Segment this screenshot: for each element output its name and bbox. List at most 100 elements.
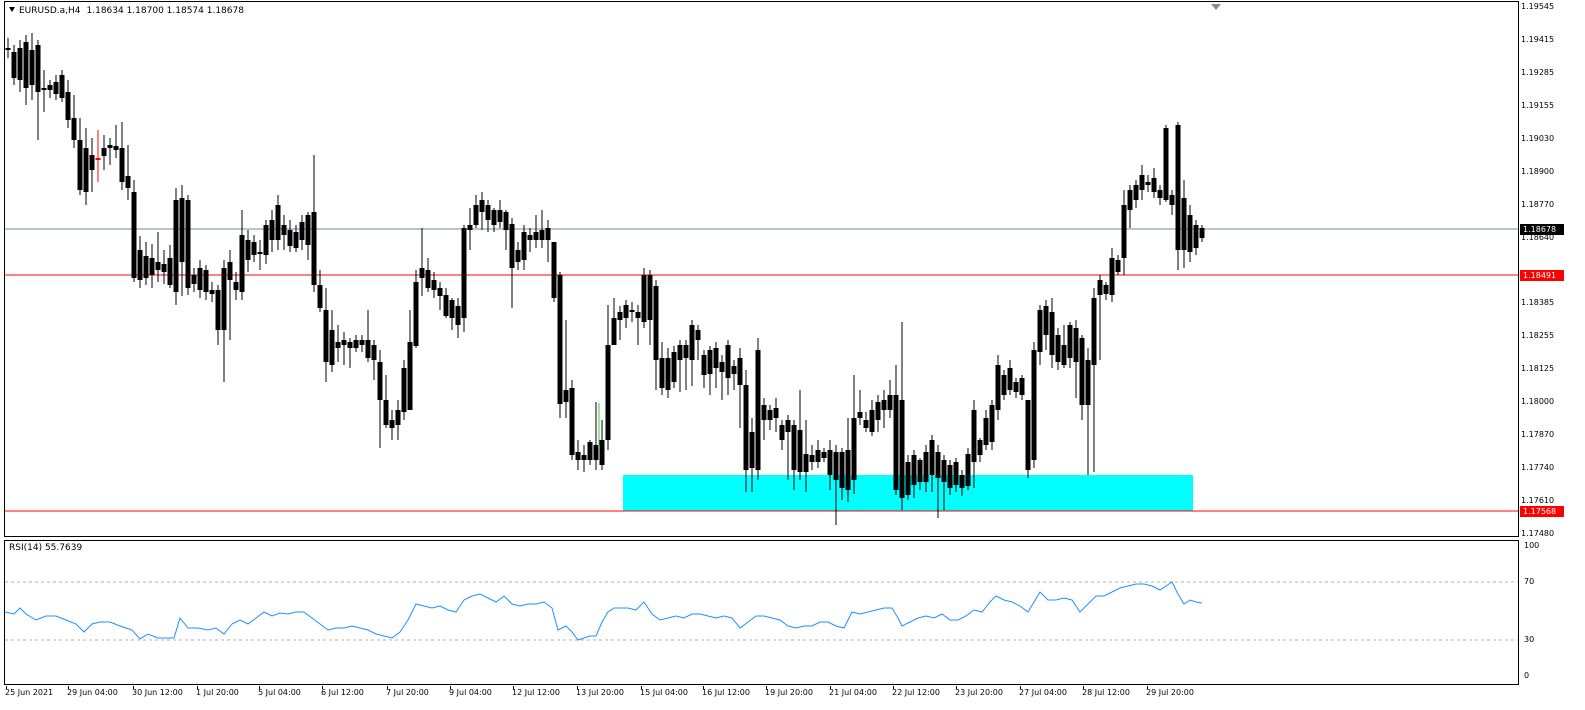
candle-body: [1103, 285, 1109, 294]
candle-body: [425, 270, 431, 288]
rsi-indicator-panel[interactable]: [4, 540, 1519, 685]
candle-body: [233, 282, 239, 290]
candle-body: [743, 385, 749, 470]
candle-body: [299, 222, 305, 240]
candle-body: [389, 420, 395, 428]
price-axis-label: 1.17740: [1521, 463, 1555, 472]
current-price-tag: 1.18678: [1520, 224, 1564, 235]
candle-body: [449, 300, 455, 318]
candle-body: [773, 408, 779, 418]
time-axis-label: 9 Jul 04:00: [449, 688, 492, 697]
candle-body: [611, 318, 617, 345]
price-axis-label: 1.17480: [1521, 529, 1555, 538]
candle-body: [1139, 175, 1145, 190]
chart-shift-marker-icon[interactable]: [1211, 4, 1221, 10]
time-axis-label: 29 Jun 04:00: [67, 688, 118, 697]
candle-body: [569, 388, 575, 455]
candle-body: [401, 368, 407, 412]
price-axis-label: 1.18900: [1521, 167, 1555, 176]
candle-body: [377, 362, 383, 400]
candle-body: [1157, 190, 1163, 198]
candle-body: [113, 146, 119, 150]
candle-body: [365, 340, 371, 358]
candle-body: [1037, 310, 1043, 352]
candle-body: [701, 355, 707, 375]
candle-body: [605, 345, 611, 440]
candle-body: [785, 420, 791, 432]
candle-body: [845, 450, 851, 490]
candle-body: [437, 288, 443, 296]
price-axis-label: 1.18770: [1521, 200, 1555, 209]
candle-body: [383, 400, 389, 425]
candle-body: [665, 358, 671, 390]
candle-body: [335, 342, 341, 348]
candle-body: [1121, 205, 1127, 258]
price-axis-label: 1.17610: [1521, 496, 1555, 505]
candle-body: [899, 400, 905, 498]
candle-body: [1061, 345, 1067, 365]
price-axis-label: 1.19030: [1521, 134, 1555, 143]
candle-body: [833, 452, 839, 480]
candle-body: [305, 215, 311, 245]
candle-body: [329, 330, 335, 365]
candle-body: [767, 410, 773, 420]
candle-body: [1043, 306, 1049, 335]
candle-body: [155, 262, 161, 270]
time-axis-label: 13 Jul 20:00: [576, 688, 624, 697]
candle-body: [641, 275, 647, 322]
candle-body: [95, 158, 101, 160]
candle-body: [1025, 400, 1031, 470]
candle-body: [935, 452, 941, 478]
candle-body: [659, 358, 665, 388]
candle-body: [497, 210, 503, 222]
candle-body: [731, 366, 737, 374]
candle-body: [557, 275, 563, 404]
candle-body: [881, 400, 887, 410]
candle-body: [35, 45, 41, 92]
candle-body: [473, 205, 479, 225]
candle-body: [353, 340, 359, 348]
dropdown-arrow-icon[interactable]: [9, 7, 15, 12]
candle-body: [71, 118, 77, 140]
candle-body: [905, 462, 911, 495]
candle-body: [1181, 198, 1187, 250]
candle-body: [1187, 215, 1193, 252]
candle-body: [59, 75, 65, 98]
candle-body: [275, 205, 281, 240]
candle-body: [719, 362, 725, 372]
candle-body: [737, 358, 743, 385]
candle-body: [887, 395, 893, 410]
candle-body: [857, 412, 863, 418]
candle-body: [533, 232, 539, 240]
price-axis-label: 1.17870: [1521, 430, 1555, 439]
candle-body: [761, 405, 767, 420]
candle-body: [137, 250, 143, 280]
time-axis-label: 21 Jul 04:00: [829, 688, 877, 697]
candle-body: [725, 345, 731, 378]
candle-body: [917, 460, 923, 482]
candle-body: [17, 48, 23, 80]
candle-body: [545, 228, 551, 240]
candle-body: [1073, 328, 1079, 362]
candle-body: [311, 212, 317, 285]
candle-body: [287, 230, 293, 246]
candle-body: [839, 452, 845, 488]
candle-body: [419, 268, 425, 278]
price-axis-label: 1.19155: [1521, 101, 1555, 110]
chart-header: EURUSD.a,H4 1.18634 1.18700 1.18574 1.186…: [9, 6, 244, 16]
time-axis-label: 19 Jul 20:00: [765, 688, 813, 697]
candle-body: [359, 340, 365, 345]
candle-body: [41, 88, 47, 90]
price-axis-label: 1.18385: [1521, 298, 1555, 307]
candle-body: [239, 235, 245, 292]
candle-body: [431, 280, 437, 290]
candle-body: [539, 230, 545, 240]
candle-body: [131, 192, 137, 278]
candle-body: [689, 325, 695, 360]
candle-body: [203, 270, 209, 292]
candle-body: [149, 258, 155, 275]
candle-body: [959, 475, 965, 488]
candle-body: [257, 252, 263, 254]
candle-body: [1001, 375, 1007, 395]
candle-body: [1031, 350, 1037, 460]
